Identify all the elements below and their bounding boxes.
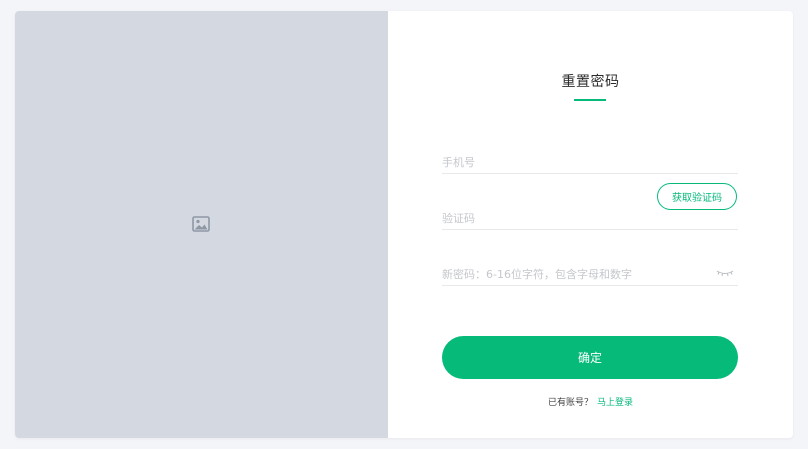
image-placeholder-icon: [192, 216, 210, 232]
title-underline: [574, 99, 606, 101]
eye-closed-icon[interactable]: [716, 269, 734, 277]
phone-field: [442, 147, 738, 174]
confirm-button[interactable]: 确定: [442, 336, 738, 379]
reset-password-form: 重置密码 获取验证码 确定 已有账号？马上登录: [388, 11, 793, 438]
new-password-input[interactable]: [442, 268, 702, 281]
new-password-field: [442, 259, 738, 286]
image-panel: [15, 11, 388, 438]
login-prompt: 已有账号？ 马上登录: [388, 395, 793, 408]
phone-input[interactable]: [442, 156, 738, 169]
page-title: 重置密码: [561, 74, 620, 90]
login-link[interactable]: 马上登录: [597, 398, 633, 408]
login-prompt-text: 已有账号？: [547, 398, 593, 408]
verification-code-input[interactable]: [442, 212, 642, 225]
reset-password-card: 重置密码 获取验证码 确定 已有账号？马上登录: [15, 11, 793, 438]
verification-code-field: [442, 203, 738, 230]
